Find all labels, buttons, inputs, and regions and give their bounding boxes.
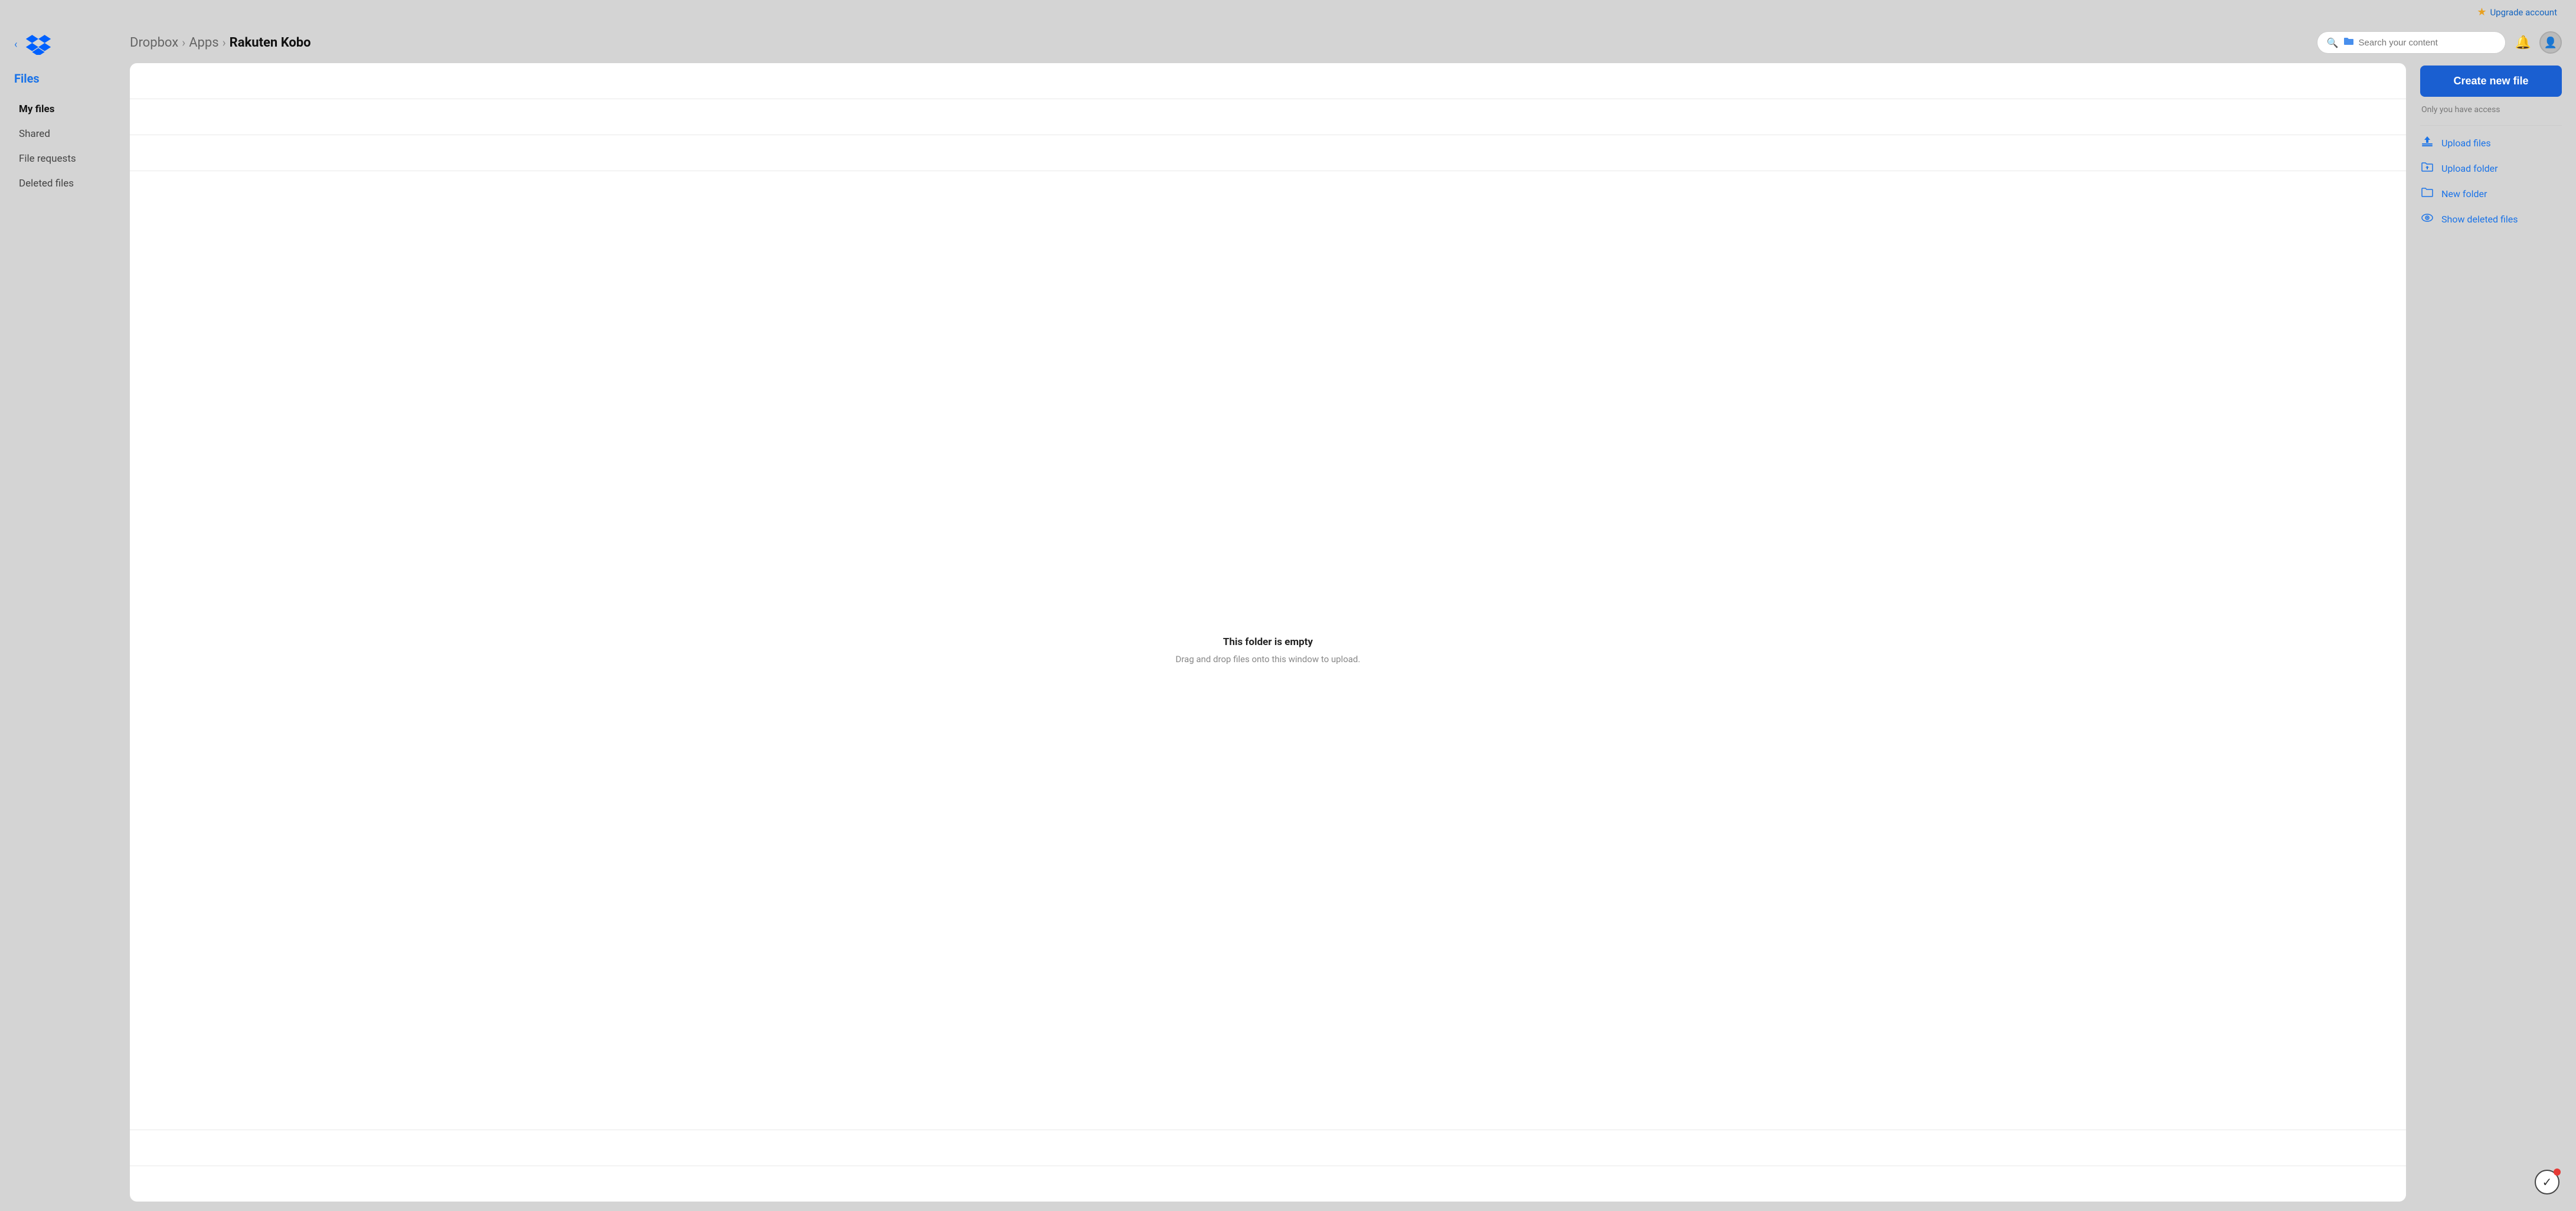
back-arrow-icon[interactable]: ‹ [14, 38, 17, 51]
breadcrumb: Dropbox › Apps › Rakuten Kobo [130, 35, 2307, 50]
show-deleted-files-label: Show deleted files [2441, 214, 2518, 225]
sidebar-item-deleted-files[interactable]: Deleted files [14, 172, 118, 195]
new-folder-icon [2420, 186, 2434, 202]
sidebar: ‹ Files My files Shared File requests [0, 22, 130, 1211]
upload-folder-action[interactable]: Upload folder [2420, 161, 2562, 176]
star-icon: ★ [2477, 6, 2486, 18]
spacer-5 [130, 1166, 2406, 1202]
red-dot-badge [2554, 1169, 2561, 1176]
file-list-container: This folder is empty Drag and drop files… [130, 63, 2576, 1202]
sidebar-item-file-requests[interactable]: File requests [14, 147, 118, 171]
breadcrumb-apps[interactable]: Apps [189, 35, 218, 50]
file-list-panel: This folder is empty Drag and drop files… [130, 63, 2406, 1202]
upload-files-action[interactable]: Upload files [2420, 135, 2562, 151]
spacer-4 [130, 1130, 2406, 1166]
create-new-file-button[interactable]: Create new file [2420, 66, 2562, 97]
search-folder-icon [2343, 37, 2354, 48]
empty-folder-subtitle: Drag and drop files onto this window to … [1176, 654, 1361, 665]
right-panel: Create new file Only you have access Upl [2420, 63, 2562, 1202]
top-bar: ★ Upgrade account [0, 0, 2576, 22]
bell-icon[interactable]: 🔔 [2515, 35, 2531, 50]
top-spacer [130, 63, 2406, 99]
breadcrumb-sep1: › [182, 35, 185, 50]
upgrade-account-link[interactable]: ★ Upgrade account [2477, 6, 2557, 18]
upload-file-icon [2420, 135, 2434, 151]
show-deleted-files-action[interactable]: Show deleted files [2420, 211, 2562, 227]
upload-folder-label: Upload folder [2441, 163, 2498, 174]
logo-area: ‹ [14, 34, 118, 55]
checkmark-icon: ✓ [2542, 1175, 2552, 1189]
dropbox-logo-icon [25, 34, 51, 55]
spacer-3 [130, 135, 2406, 171]
right-actions: Upload files Upload folder [2420, 135, 2562, 227]
show-deleted-icon [2420, 211, 2434, 227]
header-icons: 🔔 👤 [2515, 31, 2562, 54]
empty-folder-title: This folder is empty [1223, 636, 1313, 648]
access-info: Only you have access [2420, 105, 2562, 114]
upload-files-label: Upload files [2441, 138, 2491, 149]
search-icon: 🔍 [2327, 37, 2339, 48]
new-folder-action[interactable]: New folder [2420, 186, 2562, 202]
upload-folder-icon [2420, 161, 2434, 176]
status-circle[interactable]: ✓ [2535, 1170, 2559, 1194]
spacer-2 [130, 99, 2406, 135]
right-panel-divider [2420, 125, 2562, 126]
sidebar-item-my-files[interactable]: My files [14, 97, 118, 121]
breadcrumb-dropbox[interactable]: Dropbox [130, 35, 178, 50]
content-area: Dropbox › Apps › Rakuten Kobo 🔍 🔔 👤 [130, 22, 2576, 1211]
new-folder-label: New folder [2441, 188, 2487, 199]
breadcrumb-rakuten: Rakuten Kobo [230, 35, 311, 50]
upgrade-account-label: Upgrade account [2490, 7, 2557, 18]
content-header: Dropbox › Apps › Rakuten Kobo 🔍 🔔 👤 [130, 31, 2576, 63]
avatar-initials: 👤 [2544, 37, 2557, 49]
sidebar-nav: My files Shared File requests Deleted fi… [14, 97, 118, 195]
main-layout: ‹ Files My files Shared File requests [0, 22, 2576, 1211]
search-bar: 🔍 [2317, 31, 2506, 54]
search-input[interactable] [2359, 38, 2496, 48]
empty-folder-area: This folder is empty Drag and drop files… [130, 171, 2406, 1130]
avatar[interactable]: 👤 [2539, 31, 2562, 54]
breadcrumb-sep2: › [223, 35, 226, 50]
sidebar-item-shared[interactable]: Shared [14, 122, 118, 146]
sidebar-section-title: Files [14, 71, 118, 86]
